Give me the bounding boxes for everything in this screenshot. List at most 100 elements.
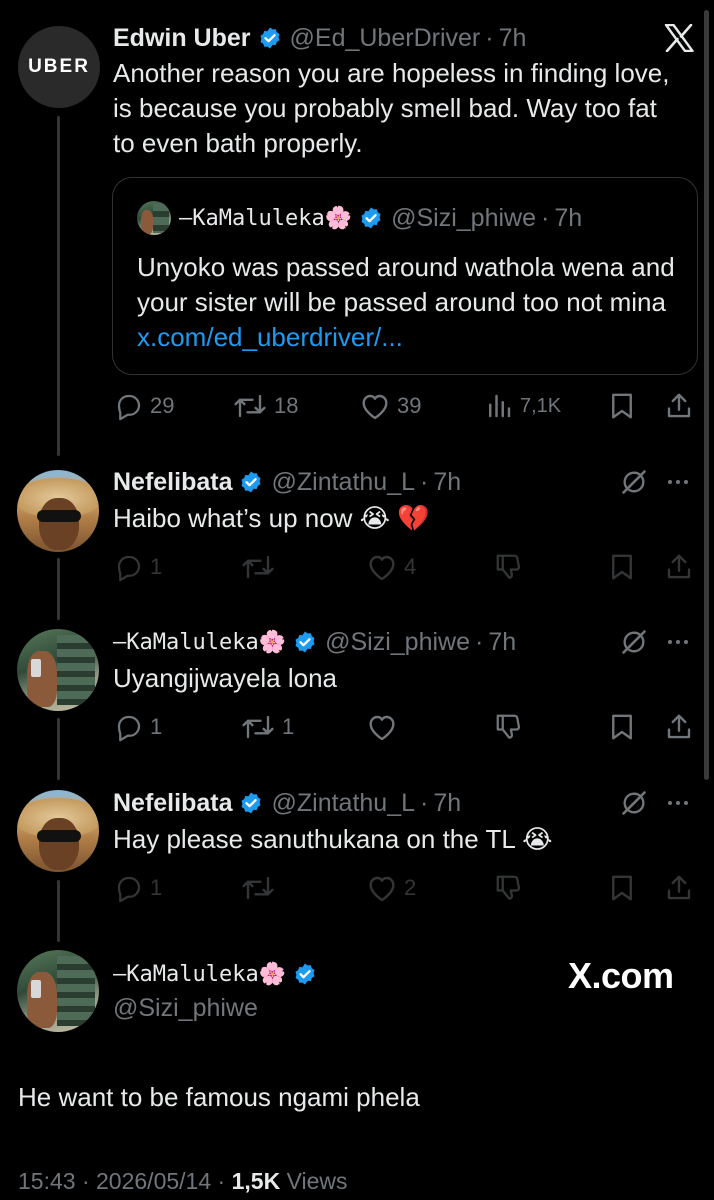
separator-dot: ·	[81, 1168, 97, 1194]
separator-dot: ·	[217, 1168, 232, 1194]
display-name[interactable]: Edwin Uber	[113, 24, 251, 53]
tweet-header: Nefelibata @Zintathu_L · 7h	[113, 466, 461, 498]
tweet-text: Haibo what’s up now 😭 💔	[113, 503, 430, 533]
user-handle[interactable]: @Zintathu_L	[271, 468, 415, 497]
bookmark-icon	[612, 714, 632, 740]
timestamp[interactable]: 7h	[488, 628, 516, 657]
reply-icon	[117, 555, 141, 582]
timestamp[interactable]: 7h	[433, 468, 461, 497]
quoted-tweet-text: Unyoko was passed around wathola wena an…	[137, 250, 677, 355]
like-button[interactable]	[366, 712, 398, 742]
post-date[interactable]: 2026/05/14	[96, 1168, 211, 1194]
avatar[interactable]: UBER	[18, 26, 100, 108]
bookmark-button[interactable]	[608, 552, 636, 582]
reply-icon	[117, 876, 141, 903]
grok-icon[interactable]	[620, 468, 648, 501]
display-name[interactable]: —KaMaluleka🌸	[113, 630, 286, 655]
reply-icon	[117, 394, 141, 421]
heart-icon	[369, 555, 395, 581]
verified-badge-icon	[239, 791, 263, 815]
like-button[interactable]: 39	[359, 391, 421, 421]
dislike-button[interactable]	[494, 712, 524, 742]
display-name: —KaMaluleka🌸	[179, 205, 353, 231]
avatar[interactable]	[17, 950, 99, 1032]
bookmark-button[interactable]	[608, 712, 636, 742]
share-button[interactable]	[664, 552, 694, 582]
repost-button[interactable]: 18	[232, 391, 298, 421]
views-count[interactable]: 1,5K	[232, 1168, 281, 1194]
main-tweet-header: —KaMaluleka🌸	[113, 958, 325, 990]
timestamp[interactable]: 7h	[433, 789, 461, 818]
post-time[interactable]: 15:43	[18, 1168, 76, 1194]
share-button[interactable]	[664, 712, 694, 742]
verified-badge-icon	[293, 630, 317, 654]
more-options-icon[interactable]	[668, 801, 688, 805]
display-name[interactable]: Nefelibata	[113, 468, 232, 497]
avatar[interactable]	[17, 629, 99, 711]
reply-button[interactable]: 1	[114, 873, 162, 903]
like-count: 4	[404, 554, 417, 579]
quoted-tweet-link[interactable]: x.com/ed_uberdriver/...	[137, 322, 403, 352]
views-button[interactable]: 7,1K	[484, 391, 561, 421]
quoted-tweet-header: —KaMaluleka🌸 @Sizi_phiwe · 7h	[179, 203, 582, 233]
display-name[interactable]: Nefelibata	[113, 789, 232, 818]
reply-icon	[117, 715, 141, 742]
verified-badge-icon	[258, 26, 282, 50]
reply-count: 1	[150, 875, 163, 900]
bookmark-icon	[612, 554, 632, 580]
dislike-icon	[496, 875, 521, 900]
verified-badge-icon	[359, 206, 383, 230]
repost-button[interactable]	[240, 873, 276, 903]
share-button[interactable]	[664, 873, 694, 903]
avatar	[137, 201, 171, 235]
heart-icon	[362, 394, 388, 420]
like-button[interactable]: 2	[366, 873, 416, 903]
share-button[interactable]	[664, 391, 694, 421]
timestamp: 7h	[554, 203, 583, 232]
repost-button[interactable]	[240, 552, 276, 582]
separator-dot: ·	[474, 627, 484, 656]
repost-icon	[242, 715, 274, 739]
thread-line	[57, 880, 60, 942]
views-label: Views	[286, 1168, 348, 1194]
grok-icon[interactable]	[620, 628, 648, 661]
bookmark-button[interactable]	[608, 391, 636, 421]
user-handle[interactable]: @Zintathu_L	[271, 789, 415, 818]
repost-icon	[242, 555, 274, 579]
avatar[interactable]	[17, 470, 99, 552]
thread-line	[57, 718, 60, 780]
user-handle: @Sizi_phiwe	[391, 203, 536, 232]
separator-dot: ·	[420, 788, 429, 817]
separator-dot: ·	[485, 23, 494, 52]
user-handle[interactable]: @Ed_UberDriver	[290, 24, 481, 53]
share-icon	[667, 714, 691, 739]
tweet-metadata: 15:43 · 2026/05/14 · 1,5K Views	[18, 1168, 348, 1195]
separator-dot: ·	[420, 467, 429, 496]
more-options-icon[interactable]	[668, 640, 688, 644]
heart-icon	[369, 715, 395, 741]
like-button[interactable]: 4	[366, 552, 416, 582]
grok-icon[interactable]	[620, 789, 648, 822]
tweet-text: Uyangijwayela lona	[113, 663, 338, 693]
display-name[interactable]: —KaMaluleka🌸	[113, 962, 286, 987]
bookmark-icon	[612, 875, 632, 901]
tweet-header: Edwin Uber @Ed_UberDriver · 7h	[113, 22, 526, 54]
repost-icon	[242, 876, 274, 900]
more-options-icon[interactable]	[668, 480, 688, 484]
dislike-icon	[496, 714, 521, 739]
reply-button[interactable]: 1	[114, 712, 162, 742]
user-handle[interactable]: @Sizi_phiwe	[113, 994, 258, 1023]
avatar[interactable]	[17, 790, 99, 872]
x-logo-icon[interactable]	[664, 23, 694, 57]
reply-button[interactable]: 29	[114, 391, 174, 421]
scrollbar[interactable]	[704, 10, 709, 780]
bookmark-button[interactable]	[608, 873, 636, 903]
timestamp[interactable]: 7h	[499, 24, 527, 53]
dislike-button[interactable]	[494, 873, 524, 903]
dislike-button[interactable]	[494, 552, 524, 582]
repost-button[interactable]: 1	[240, 712, 294, 742]
reply-button[interactable]: 1	[114, 552, 162, 582]
quoted-tweet[interactable]: —KaMaluleka🌸 @Sizi_phiwe · 7h Unyoko was…	[112, 177, 698, 375]
share-icon	[667, 875, 691, 900]
user-handle[interactable]: @Sizi_phiwe	[325, 628, 470, 657]
